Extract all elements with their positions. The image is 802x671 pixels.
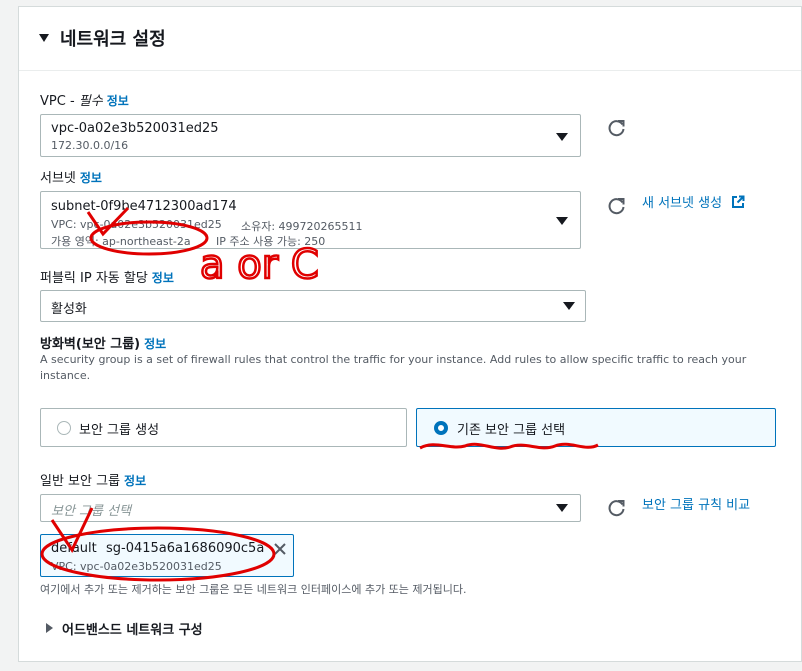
subnet-owner: 소유자: 499720265511 <box>241 220 363 233</box>
sg-note: 여기에서 추가 또는 제거하는 보안 그룹은 모든 네트워크 인터페이스에 추가… <box>40 583 467 596</box>
refresh-icon[interactable] <box>607 118 627 138</box>
create-subnet-text: 새 서브넷 생성 <box>642 196 723 211</box>
vpc-value: vpc-0a02e3b520031ed25 <box>51 121 219 136</box>
subnet-label: 서브넷 정보 <box>40 167 102 186</box>
firewall-description: A security group is a set of firewall ru… <box>40 353 747 382</box>
firewall-label: 방화벽(보안 그룹) 정보 <box>40 333 166 352</box>
subnet-az: 가용 영역: ap-northeast-2a <box>51 235 191 248</box>
close-icon[interactable] <box>273 542 287 556</box>
vpc-label: VPC - 필수 정보 <box>40 90 129 109</box>
caret-right-icon[interactable] <box>46 623 53 633</box>
radio-existing-label: 기존 보안 그룹 선택 <box>457 423 566 438</box>
public-ip-info-link[interactable]: 정보 <box>152 271 174 285</box>
common-sg-info-link[interactable]: 정보 <box>124 474 146 488</box>
subnet-label-text: 서브넷 <box>40 171 76 186</box>
section-header[interactable]: 네트워크 설정 <box>19 7 801 71</box>
external-link-icon <box>732 195 745 208</box>
public-ip-label-text: 퍼블릭 IP 자동 할당 <box>40 271 148 286</box>
sg-token-name: default <box>51 541 97 556</box>
common-sg-label: 일반 보안 그룹 정보 <box>40 470 146 489</box>
refresh-icon[interactable] <box>607 196 627 216</box>
compare-sg-rules-link[interactable]: 보안 그룹 규칙 비교 <box>642 494 750 513</box>
firewall-info-link[interactable]: 정보 <box>144 337 166 351</box>
sg-token: default sg-0415a6a1686090c5a VPC: vpc-0a… <box>40 534 294 577</box>
sg-token-id: sg-0415a6a1686090c5a <box>106 541 265 556</box>
sg-token-vpc: VPC: vpc-0a02e3b520031ed25 <box>51 560 222 573</box>
advanced-network-toggle[interactable]: 어드밴스드 네트워크 구성 <box>62 619 203 638</box>
firewall-label-text: 방화벽(보안 그룹) <box>40 337 141 352</box>
radio-button-selected[interactable] <box>434 421 448 435</box>
public-ip-value: 활성화 <box>51 302 87 317</box>
subnet-vpc: VPC: vpc-0a02e3b520031ed25 <box>51 218 222 231</box>
chevron-down-icon <box>563 302 575 310</box>
chevron-down-icon <box>556 217 568 225</box>
common-sg-label-text: 일반 보안 그룹 <box>40 474 121 489</box>
subnet-info-link[interactable]: 정보 <box>80 171 102 185</box>
subnet-ip-available: IP 주소 사용 가능: 250 <box>216 235 326 248</box>
vpc-select[interactable]: vpc-0a02e3b520031ed25 172.30.0.0/16 <box>40 114 581 157</box>
chevron-down-icon <box>556 133 568 141</box>
radio-existing-sg[interactable]: 기존 보안 그룹 선택 <box>416 408 776 447</box>
vpc-required: 필수 <box>78 94 103 109</box>
sg-select-placeholder: 보안 그룹 선택 <box>51 504 132 519</box>
radio-create-label: 보안 그룹 생성 <box>79 423 160 438</box>
create-subnet-link[interactable]: 새 서브넷 생성 <box>642 192 745 211</box>
subnet-value: subnet-0f9be4712300ad174 <box>51 199 237 214</box>
subnet-select[interactable]: subnet-0f9be4712300ad174 VPC: vpc-0a02e3… <box>40 191 581 249</box>
vpc-cidr: 172.30.0.0/16 <box>51 139 129 152</box>
section-title: 네트워크 설정 <box>60 29 166 50</box>
refresh-icon[interactable] <box>607 498 627 518</box>
public-ip-select[interactable]: 활성화 <box>40 290 586 322</box>
radio-button[interactable] <box>57 421 71 435</box>
sg-select[interactable]: 보안 그룹 선택 <box>40 494 581 522</box>
public-ip-label: 퍼블릭 IP 자동 할당 정보 <box>40 267 174 286</box>
caret-down-icon[interactable] <box>39 34 49 42</box>
chevron-down-icon <box>556 504 568 512</box>
vpc-label-text: VPC - <box>40 94 79 109</box>
radio-create-sg[interactable]: 보안 그룹 생성 <box>40 408 407 447</box>
vpc-info-link[interactable]: 정보 <box>107 94 129 108</box>
